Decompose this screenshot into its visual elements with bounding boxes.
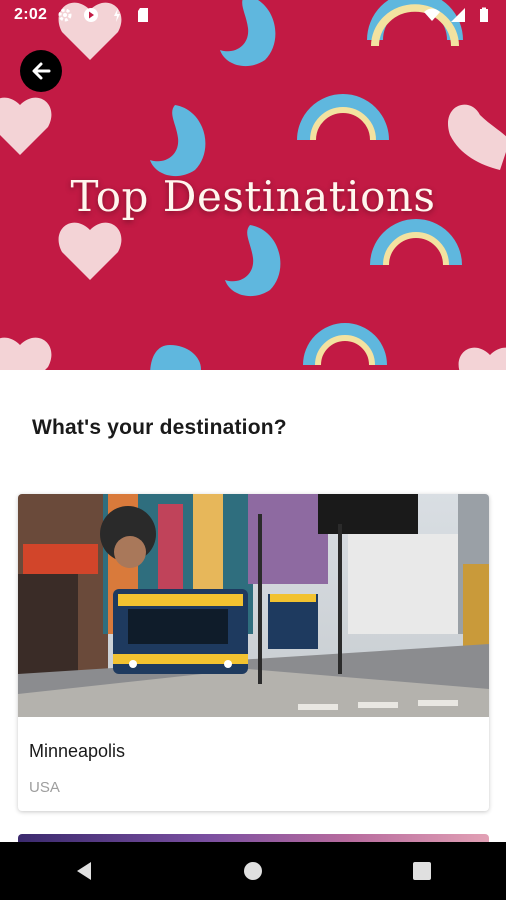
play-protect-icon <box>84 8 99 22</box>
nav-recents-button[interactable] <box>392 851 452 891</box>
destination-card[interactable]: Minneapolis USA <box>18 494 489 811</box>
signal-icon <box>451 8 465 22</box>
status-bar: 2:02 <box>0 0 506 30</box>
home-circle-icon <box>243 862 262 880</box>
system-nav-bar <box>0 842 506 900</box>
nav-home-button[interactable] <box>223 851 283 891</box>
back-button[interactable] <box>20 50 62 92</box>
nav-back-button[interactable] <box>54 851 114 891</box>
arrow-left-icon <box>32 62 51 80</box>
page-title: Top Destinations <box>70 172 436 221</box>
destination-photo <box>18 494 489 717</box>
sd-card-icon <box>138 8 149 22</box>
data-saver-icon <box>114 8 121 22</box>
destination-city: Minneapolis <box>29 741 126 761</box>
settings-icon <box>58 8 72 22</box>
hero-banner: Top Destinations <box>0 0 506 370</box>
recents-square-icon <box>412 862 431 880</box>
status-time: 2:02 <box>14 6 48 23</box>
battery-icon <box>480 7 488 22</box>
destination-country: USA <box>29 779 60 796</box>
back-triangle-icon <box>77 862 92 880</box>
destination-question: What's your destination? <box>32 416 287 439</box>
wifi-icon <box>424 8 440 21</box>
